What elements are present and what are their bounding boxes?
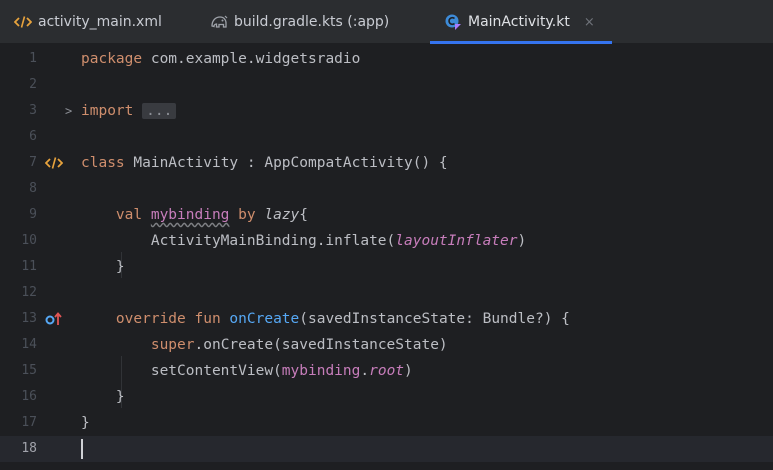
gradle-elephant-icon — [210, 14, 228, 30]
override-icon[interactable] — [45, 311, 63, 327]
line-number: 8 — [29, 181, 37, 196]
tab-label: build.gradle.kts (:app) — [234, 14, 390, 30]
code-line[interactable]: 17} — [0, 410, 773, 436]
code-token: } — [81, 259, 125, 275]
xml-code-icon — [14, 15, 32, 29]
tab-activity-main-xml[interactable]: activity_main.xml — [14, 0, 162, 44]
code-token: ) — [517, 233, 527, 249]
line-number: 17 — [21, 415, 37, 430]
code-text: val mybinding by lazy{ — [81, 202, 308, 228]
line-number: 2 — [29, 77, 37, 92]
code-line[interactable]: 18 — [0, 436, 773, 462]
code-line[interactable]: 11 } — [0, 254, 773, 280]
xml-layout-icon[interactable] — [45, 155, 63, 171]
line-number: 15 — [21, 363, 37, 378]
code-token: com.example.widgetsradio — [150, 51, 361, 67]
code-token: setContentView( — [81, 363, 282, 379]
code-text: import ... — [81, 98, 177, 124]
code-token: layoutInflater — [395, 233, 518, 249]
line-number: 10 — [21, 233, 37, 248]
line-number: 16 — [21, 389, 37, 404]
code-line[interactable]: 3 > import ... — [0, 98, 773, 124]
code-text: } — [81, 254, 125, 280]
code-token: ) — [404, 363, 413, 379]
code-area[interactable]: 1 package com.example.widgetsradio 2 3 > impo… — [0, 44, 773, 470]
code-line[interactable]: 7 class MainActivity : AppCompatActivity(… — [0, 150, 773, 176]
code-token: ActivityMainBinding.inflate( — [81, 233, 396, 249]
code-text: super.onCreate(savedInstanceState) — [81, 332, 448, 358]
editor-tab-bar: activity_main.xml build.gradle.kts (:app… — [0, 0, 773, 44]
fold-chevron-icon[interactable]: > — [65, 98, 77, 124]
code-token: class — [81, 155, 134, 171]
tab-main-activity-kt[interactable]: MainActivity.kt × — [430, 0, 612, 44]
code-token: .onCreate(savedInstanceState) — [194, 337, 448, 353]
code-line[interactable]: 16 } — [0, 384, 773, 410]
line-number: 7 — [29, 155, 37, 170]
code-editor: activity_main.xml build.gradle.kts (:app… — [0, 0, 773, 470]
line-number: 13 — [21, 311, 37, 326]
line-number: 14 — [21, 337, 37, 352]
code-token: root — [369, 363, 405, 379]
kotlin-class-icon — [444, 13, 462, 31]
code-line[interactable]: 9 val mybinding by lazy{ — [0, 202, 773, 228]
code-token: mybinding — [150, 207, 230, 223]
text-caret — [81, 439, 83, 459]
code-token: (savedInstanceState: Bundle?) { — [299, 311, 570, 327]
code-line[interactable]: 12 — [0, 280, 773, 306]
code-text: } — [81, 384, 125, 410]
line-number: 3 — [29, 103, 37, 118]
code-text: setContentView(mybinding.root) — [81, 358, 413, 384]
line-number: 6 — [29, 129, 37, 144]
code-token: override fun — [115, 311, 230, 327]
line-number: 1 — [29, 51, 37, 66]
code-token: super — [150, 337, 195, 353]
code-token: } — [81, 389, 125, 405]
code-text: class MainActivity : AppCompatActivity()… — [81, 150, 448, 176]
code-line[interactable]: 13 override fun onCreate(savedInstanceSt… — [0, 306, 773, 332]
code-text: package com.example.widgetsradio — [81, 46, 360, 72]
code-line[interactable]: 15 setContentView(mybinding.root) — [0, 358, 773, 384]
line-number: 11 — [21, 259, 37, 274]
code-line[interactable]: 1 package com.example.widgetsradio — [0, 46, 773, 72]
code-line[interactable]: 8 — [0, 176, 773, 202]
code-token: onCreate — [229, 311, 300, 327]
code-token: lazy — [264, 207, 300, 223]
folded-imports[interactable]: ... — [142, 103, 177, 119]
code-token: . — [360, 363, 370, 379]
line-number: 9 — [29, 207, 37, 222]
code-line[interactable]: 14 super.onCreate(savedInstanceState) — [0, 332, 773, 358]
tab-build-gradle[interactable]: build.gradle.kts (:app) — [210, 0, 389, 44]
code-text — [81, 436, 83, 462]
tab-label: activity_main.xml — [38, 14, 162, 30]
line-number: 12 — [21, 285, 37, 300]
tab-label: MainActivity.kt — [468, 14, 570, 30]
code-text: override fun onCreate(savedInstanceState… — [81, 306, 570, 332]
code-token: package — [81, 51, 151, 67]
code-token: by — [238, 207, 265, 223]
code-line[interactable]: 2 — [0, 72, 773, 98]
code-token: { — [299, 207, 309, 223]
code-text: } — [81, 410, 90, 436]
close-icon[interactable]: × — [584, 15, 595, 30]
code-token: } — [81, 415, 90, 431]
code-token: MainActivity : AppCompatActivity() { — [133, 155, 448, 171]
code-line[interactable]: 10 ActivityMainBinding.inflate(layoutInf… — [0, 228, 773, 254]
code-token: val — [115, 207, 151, 223]
code-token: mybinding — [281, 363, 361, 379]
code-line[interactable]: 6 — [0, 124, 773, 150]
line-number: 18 — [21, 441, 37, 456]
code-token: import — [81, 103, 143, 119]
code-text: ActivityMainBinding.inflate(layoutInflat… — [81, 228, 526, 254]
